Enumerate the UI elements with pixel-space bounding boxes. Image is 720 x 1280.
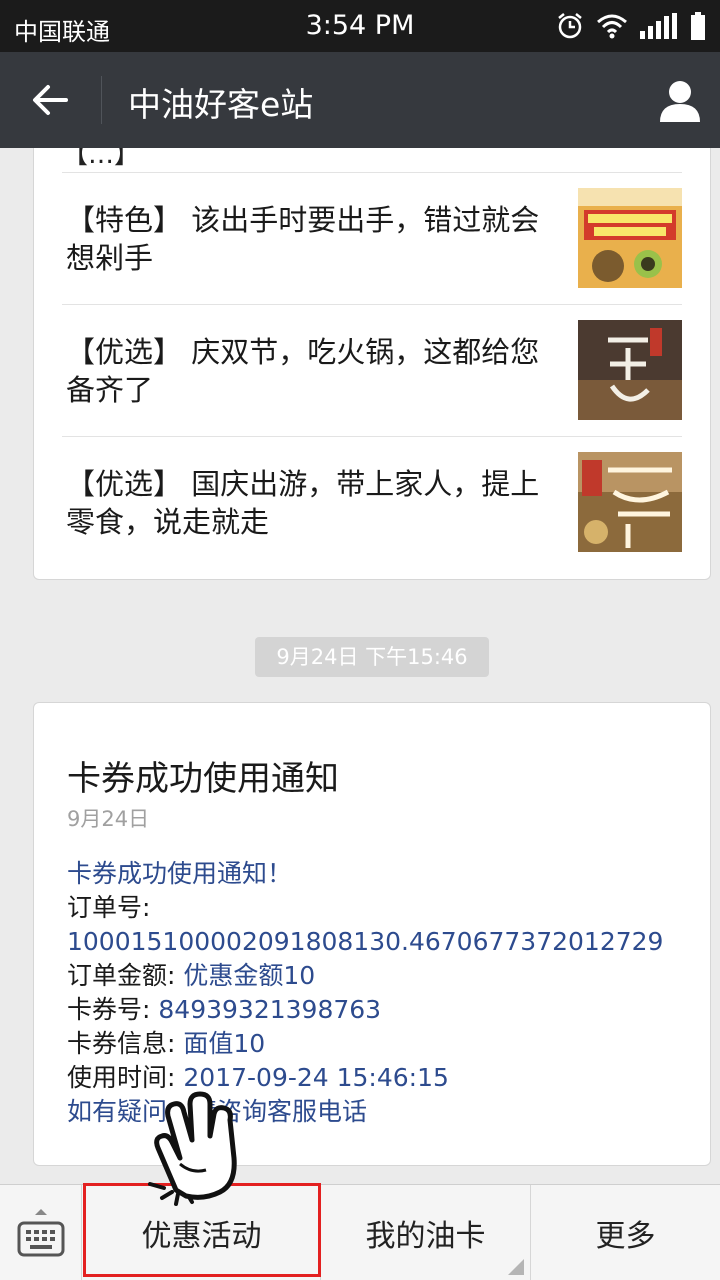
notice-card[interactable]: 卡券成功使用通知 9月24日 卡券成功使用通知！ 订单号: 1000151000… xyxy=(33,702,711,1166)
status-bar: 中国联通 3:54 PM xyxy=(0,0,720,52)
amount-value: 优惠金额10 xyxy=(183,961,316,990)
menu-label: 更多 xyxy=(595,1219,656,1254)
article-item[interactable]: 【优选】 庆双节，吃火锅，这都给您备齐了 xyxy=(62,304,682,436)
page-title: 中油好客e站 xyxy=(128,85,314,124)
article-title: 【优选】 国庆出游，带上家人，提上零食，说走就走 xyxy=(66,467,540,539)
status-icons xyxy=(556,12,706,40)
amount-label: 订单金额: xyxy=(67,961,176,990)
coupon-info-label: 卡券信息: xyxy=(67,1029,176,1058)
menu-label: 我的油卡 xyxy=(365,1219,486,1254)
keyboard-icon xyxy=(17,1209,64,1257)
tap-hand-icon xyxy=(148,1091,237,1206)
article-thumbnail xyxy=(578,452,682,552)
alarm-icon xyxy=(558,13,582,39)
chat-header: 中油好客e站 xyxy=(0,52,720,148)
notice-title: 卡券成功使用通知 xyxy=(67,759,339,799)
menu-item-my-card[interactable]: 我的油卡 xyxy=(321,1185,531,1280)
back-button[interactable] xyxy=(20,72,80,128)
profile-button[interactable] xyxy=(650,72,710,128)
article-card: 【…】 【特色】 该出手时要出手，错过就会想剁手 【优选】 庆双节，吃火锅，这都… xyxy=(33,148,711,580)
article-item[interactable]: 【特色】 该出手时要出手，错过就会想剁手 xyxy=(62,172,682,304)
bottom-menu: 优惠活动 我的油卡 更多 xyxy=(0,1184,720,1280)
arrow-left-icon xyxy=(33,85,68,115)
coupon-no-label: 卡券号: xyxy=(67,995,151,1024)
notice-heading: 卡券成功使用通知！ xyxy=(67,859,293,888)
signal-icon xyxy=(640,13,677,39)
battery-icon xyxy=(691,12,705,40)
menu-label: 优惠活动 xyxy=(141,1219,262,1254)
header-divider xyxy=(101,76,102,124)
article-title: 【优选】 庆双节，吃火锅，这都给您备齐了 xyxy=(66,335,540,407)
coupon-no-value: 84939321398763 xyxy=(158,995,382,1024)
article-thumbnail xyxy=(578,188,682,288)
article-title: 【特色】 该出手时要出手，错过就会想剁手 xyxy=(66,203,540,275)
wifi-icon xyxy=(597,14,627,39)
order-no-label: 订单号: xyxy=(67,893,151,922)
coupon-info-value: 面值10 xyxy=(183,1029,266,1058)
message-timestamp: 9月24日 下午15:46 xyxy=(255,637,489,677)
menu-item-more[interactable]: 更多 xyxy=(531,1185,720,1280)
article-thumbnail xyxy=(578,320,682,420)
submenu-indicator-icon xyxy=(508,1259,524,1275)
person-icon xyxy=(660,81,700,122)
keyboard-toggle-button[interactable] xyxy=(0,1185,82,1280)
article-item[interactable]: 【优选】 国庆出游，带上家人，提上零食，说走就走 xyxy=(62,436,682,568)
notice-date: 9月24日 xyxy=(67,807,150,831)
article-cut-text: 【…】 xyxy=(62,148,141,170)
order-no-value: 100015100002091808130.4670677372012729 xyxy=(67,927,664,956)
